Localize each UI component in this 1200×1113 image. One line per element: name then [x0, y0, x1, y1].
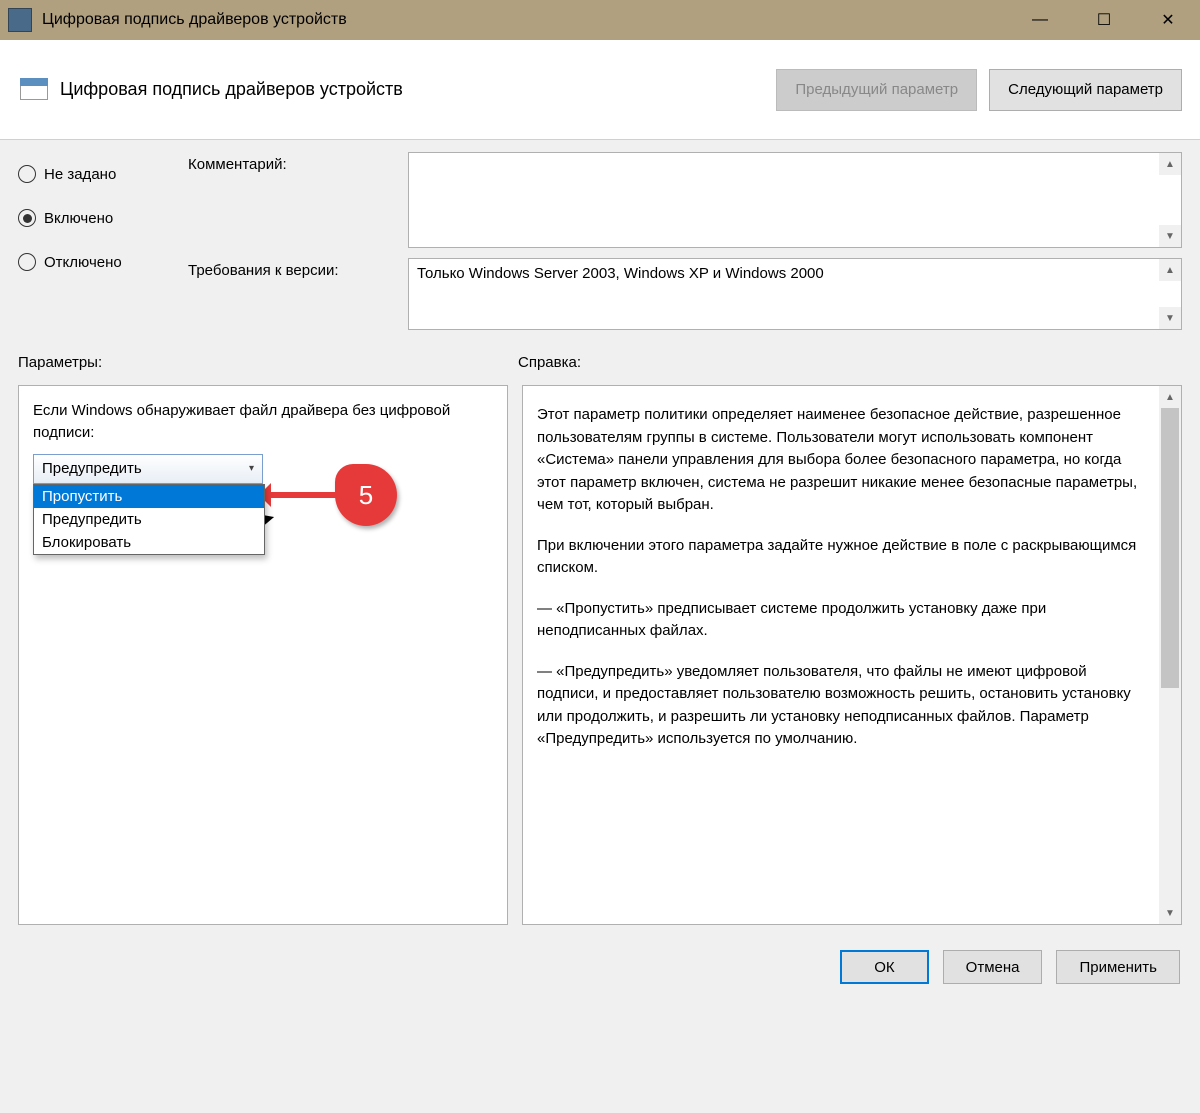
radio-label: Отключено — [44, 254, 122, 271]
version-label: Требования к версии: — [188, 258, 408, 330]
radio-label: Включено — [44, 210, 113, 227]
comment-input[interactable]: ▲ ▼ — [408, 152, 1182, 248]
ok-button[interactable]: ОК — [840, 950, 928, 984]
help-paragraph: — «Предупредить» уведомляет пользователя… — [537, 661, 1151, 751]
help-paragraph: — «Пропустить» предписывает системе прод… — [537, 598, 1151, 643]
parameters-panel: Если Windows обнаруживает файл драйвера … — [18, 385, 508, 925]
section-headers: Параметры: Справка: — [0, 340, 1200, 375]
dropdown-option-skip[interactable]: Пропустить — [34, 485, 264, 508]
nav-buttons: Предыдущий параметр Следующий параметр — [776, 69, 1182, 111]
radio-label: Не задано — [44, 166, 116, 183]
radio-icon — [18, 165, 36, 183]
policy-icon — [18, 74, 50, 106]
panels: Если Windows обнаруживает файл драйвера … — [0, 375, 1200, 935]
help-header: Справка: — [518, 354, 581, 371]
comment-row: Комментарий: ▲ ▼ — [188, 152, 1182, 248]
callout-badge: 5 — [335, 464, 397, 526]
config-row: Не задано Включено Отключено Комментарий… — [0, 140, 1200, 340]
radio-disabled[interactable]: Отключено — [18, 240, 188, 284]
combo-value: Предупредить — [42, 460, 142, 477]
dialog-footer: ОК Отмена Применить — [0, 935, 1200, 999]
arrow-icon — [261, 492, 341, 498]
comment-label: Комментарий: — [188, 152, 408, 248]
scroll-up-icon[interactable]: ▲ — [1159, 386, 1181, 408]
help-panel: Этот параметр политики определяет наимен… — [522, 385, 1182, 925]
window-controls: — ☐ ✕ — [1008, 0, 1200, 40]
help-scrollbar[interactable]: ▲ ▼ — [1159, 386, 1181, 924]
action-combobox[interactable]: Предупредить ▾ Пропустить Предупредить Б… — [33, 454, 263, 484]
param-prompt: Если Windows обнаруживает файл драйвера … — [33, 400, 493, 444]
help-paragraph: При включении этого параметра задайте ну… — [537, 535, 1151, 580]
page-title: Цифровая подпись драйверов устройств — [60, 79, 776, 100]
dropdown-option-warn[interactable]: Предупредить — [34, 508, 264, 531]
scroll-up-icon[interactable]: ▲ — [1159, 259, 1181, 281]
titlebar[interactable]: Цифровая подпись драйверов устройств — ☐… — [0, 0, 1200, 40]
version-row: Требования к версии: Только Windows Serv… — [188, 258, 1182, 330]
app-icon — [8, 8, 32, 32]
state-radios: Не задано Включено Отключено — [18, 152, 188, 340]
maximize-button[interactable]: ☐ — [1072, 0, 1136, 40]
minimize-button[interactable]: — — [1008, 0, 1072, 40]
cancel-button[interactable]: Отмена — [943, 950, 1043, 984]
scroll-down-icon[interactable]: ▼ — [1159, 307, 1181, 329]
scrollbar-thumb[interactable] — [1161, 408, 1179, 688]
radio-not-configured[interactable]: Не задано — [18, 152, 188, 196]
version-display: Только Windows Server 2003, Windows XP и… — [408, 258, 1182, 330]
scroll-up-icon[interactable]: ▲ — [1159, 153, 1181, 175]
action-dropdown: Пропустить Предупредить Блокировать — [33, 484, 265, 555]
radio-icon — [18, 209, 36, 227]
help-paragraph: Этот параметр политики определяет наимен… — [537, 404, 1151, 517]
annotation-callout: 5 — [261, 464, 397, 526]
radio-enabled[interactable]: Включено — [18, 196, 188, 240]
radio-icon — [18, 253, 36, 271]
scroll-down-icon[interactable]: ▼ — [1159, 225, 1181, 247]
window-title: Цифровая подпись драйверов устройств — [42, 11, 1008, 29]
version-value: Только Windows Server 2003, Windows XP и… — [417, 265, 824, 282]
header: Цифровая подпись драйверов устройств Пре… — [0, 40, 1200, 140]
dropdown-option-block[interactable]: Блокировать — [34, 531, 264, 554]
chevron-down-icon: ▾ — [249, 463, 254, 474]
prev-setting-button: Предыдущий параметр — [776, 69, 977, 111]
params-header: Параметры: — [18, 354, 518, 371]
close-button[interactable]: ✕ — [1136, 0, 1200, 40]
fields-column: Комментарий: ▲ ▼ Требования к версии: То… — [188, 152, 1182, 340]
apply-button[interactable]: Применить — [1056, 950, 1180, 984]
scroll-down-icon[interactable]: ▼ — [1159, 902, 1181, 924]
next-setting-button[interactable]: Следующий параметр — [989, 69, 1182, 111]
